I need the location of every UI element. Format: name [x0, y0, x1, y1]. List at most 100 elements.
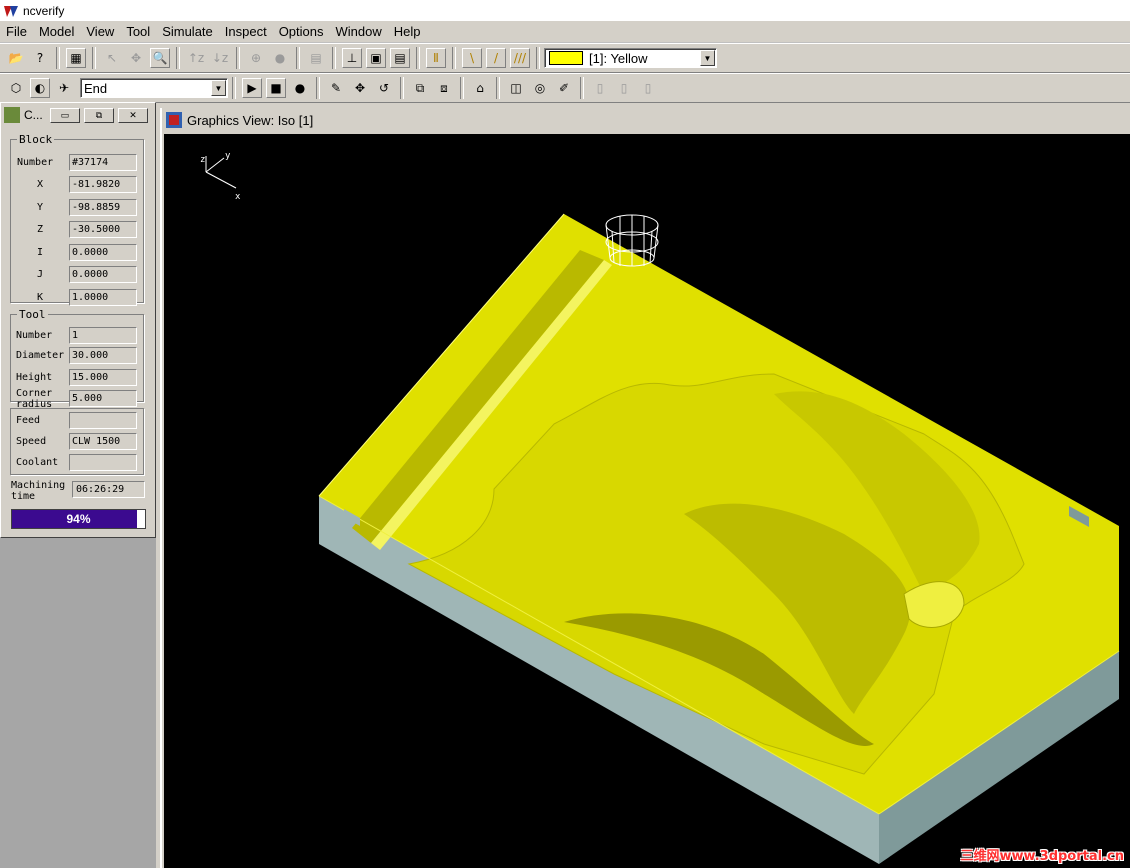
graphics-window: Graphics View: Iso [1] z y x 三维网www.3dpo…: [160, 108, 1130, 868]
block-k-field: 1.0000: [69, 289, 137, 306]
target-icon[interactable]: ◎: [530, 78, 550, 98]
select-arrow-icon[interactable]: ↖: [102, 48, 122, 68]
menu-model[interactable]: Model: [33, 24, 80, 39]
whats-this-icon[interactable]: ?: [30, 48, 50, 68]
field-label: X: [36, 179, 44, 190]
block-x-row: X -81.9820: [11, 176, 145, 194]
machining-time-field: 06:26:29: [72, 481, 145, 498]
graphics-window-title: Graphics View: Iso [1]: [187, 112, 314, 128]
fill-icon[interactable]: ●: [270, 48, 290, 68]
shade-icon[interactable]: ◐: [30, 78, 50, 98]
menu-help[interactable]: Help: [388, 24, 427, 39]
feed-field: [69, 412, 137, 429]
field-label: I: [36, 247, 44, 258]
chevron-down-icon[interactable]: ▼: [700, 50, 715, 66]
verify-icon[interactable]: ✎: [326, 78, 346, 98]
reset-icon[interactable]: ↺: [374, 78, 394, 98]
stock-icon[interactable]: ◫: [506, 78, 526, 98]
holder-icon[interactable]: /: [486, 48, 506, 68]
field-label: K: [36, 292, 44, 303]
z-down-icon[interactable]: ↓z: [210, 48, 230, 68]
toolbar-separator: [400, 77, 404, 99]
simulation-toolbar: ⬡ ◐ ✈ End ▼ ▶ ■ ● ✎ ✥ ↺ ⧉ ⧈ ⌂ ◫ ◎ ✐ ▯ ▯ …: [0, 73, 1130, 103]
open-icon[interactable]: 📂: [6, 48, 26, 68]
menu-options[interactable]: Options: [273, 24, 330, 39]
toolbar-separator: [460, 77, 464, 99]
tool-icon[interactable]: Ⅱ: [426, 48, 446, 68]
menu-file[interactable]: File: [0, 24, 33, 39]
field-label: Number: [16, 330, 53, 341]
machine-group: Feed Speed CLW 1500 Coolant: [10, 408, 144, 475]
menu-window[interactable]: Window: [330, 24, 388, 39]
speed-field: CLW 1500: [69, 433, 137, 450]
app-logo-icon: [4, 5, 18, 17]
block-group: Block Number #37174 X -81.9820 Y -98.8859 Z…: [10, 133, 145, 306]
field-label: Speed: [16, 436, 47, 447]
panel-icon: [4, 107, 20, 123]
tool-diameter-row: Diameter 30.000: [11, 347, 145, 365]
iso-model-view[interactable]: z y x: [164, 134, 1130, 868]
color-select[interactable]: [1]: Yellow ▼: [544, 48, 717, 68]
tool-number-field: 1: [69, 327, 137, 344]
report-icon[interactable]: ▦: [66, 48, 86, 68]
model-icon[interactable]: ⬡: [6, 78, 26, 98]
menu-inspect[interactable]: Inspect: [219, 24, 273, 39]
record-icon[interactable]: ●: [290, 78, 310, 98]
menu-view[interactable]: View: [80, 24, 120, 39]
block-k-row: K 1.0000: [11, 289, 145, 307]
coolant-field: [69, 454, 137, 471]
progress-text: 94%: [66, 512, 91, 526]
zoom-icon[interactable]: 🔍: [150, 48, 170, 68]
cylinder-icon[interactable]: ▯: [638, 78, 658, 98]
print-icon[interactable]: ▤: [390, 48, 410, 68]
control-panel-title: C...: [24, 108, 43, 122]
z-up-icon[interactable]: ↑z: [186, 48, 206, 68]
tool-corner-radius-row: Corner radius 5.000: [11, 388, 145, 410]
axis-icon[interactable]: ⊥: [342, 48, 362, 68]
toolbar-separator: [416, 47, 420, 69]
field-label: Corner radius: [16, 388, 53, 410]
snapshot-icon[interactable]: ▣: [366, 48, 386, 68]
title-bar: ncverify: [0, 0, 1130, 21]
field-label: Diameter: [16, 350, 65, 361]
cylinder-icon[interactable]: ▯: [614, 78, 634, 98]
cutter-icon[interactable]: \: [462, 48, 482, 68]
toolbar-separator: [496, 77, 500, 99]
tools-icon[interactable]: ///: [510, 48, 530, 68]
move-icon[interactable]: ✥: [350, 78, 370, 98]
cylinder-icon[interactable]: ▯: [590, 78, 610, 98]
toolbar-separator: [580, 77, 584, 99]
chevron-down-icon[interactable]: ▼: [211, 80, 226, 96]
graphics-viewport[interactable]: z y x 三维网www.3dportal.cn: [164, 134, 1130, 868]
tool-corner-radius-field: 5.000: [69, 390, 137, 407]
mode-select[interactable]: End ▼: [80, 78, 228, 98]
center-icon[interactable]: ⊕: [246, 48, 266, 68]
tool-number-row: Number 1: [11, 327, 145, 345]
block-legend: Block: [19, 133, 53, 146]
toolbar-separator: [536, 47, 540, 69]
stack-icon[interactable]: ▤: [306, 48, 326, 68]
color-select-value: [1]: Yellow: [589, 50, 648, 66]
tool-height-row: Height 15.000: [11, 369, 145, 387]
fly-icon[interactable]: ✈: [54, 78, 74, 98]
block-number-field: #37174: [69, 154, 137, 171]
block-z-field: -30.5000: [69, 221, 137, 238]
minimize-button[interactable]: ▭: [50, 107, 80, 123]
close-button[interactable]: ✕: [118, 107, 148, 123]
pen-icon[interactable]: ✐: [554, 78, 574, 98]
mode-select-value: End: [84, 80, 108, 96]
color-swatch: [549, 51, 583, 65]
restore-button[interactable]: ⧉: [84, 107, 114, 123]
graphics-window-titlebar: Graphics View: Iso [1]: [162, 108, 1130, 132]
pan-icon[interactable]: ✥: [126, 48, 146, 68]
machine-icon[interactable]: ⌂: [470, 78, 490, 98]
toolbar-separator: [92, 47, 96, 69]
section-icon[interactable]: ⧉: [410, 78, 430, 98]
stop-icon[interactable]: ■: [266, 78, 286, 98]
tool-diameter-field: 30.000: [69, 347, 137, 364]
menu-tool[interactable]: Tool: [120, 24, 156, 39]
compare-icon[interactable]: ⧈: [434, 78, 454, 98]
toolbar-separator: [176, 47, 180, 69]
play-icon[interactable]: ▶: [242, 78, 262, 98]
menu-simulate[interactable]: Simulate: [156, 24, 219, 39]
